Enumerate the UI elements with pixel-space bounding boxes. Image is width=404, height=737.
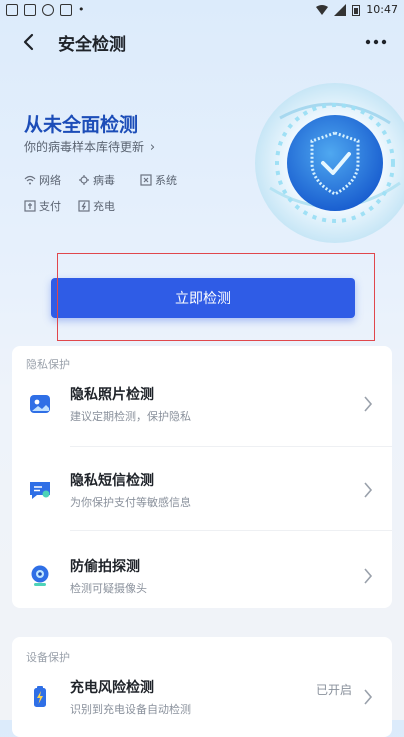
chevron-right-icon: [364, 396, 373, 412]
photo-icon: [30, 395, 50, 413]
check-item-charging: 充电: [78, 198, 134, 214]
wifi-status-icon: [316, 4, 329, 15]
item-description: 识别到充电设备自动检测: [70, 703, 191, 716]
item-title: 隐私短信检测: [70, 473, 154, 489]
list-item-private-photo-scan[interactable]: 隐私照片检测 建议定期检测，保护隐私: [12, 370, 392, 440]
signal-icon: [334, 3, 347, 16]
check-items: 网络 病毒 系统 支付 充电: [24, 172, 200, 214]
list-item-hidden-camera-detection[interactable]: 防偷拍探测 检测可疑摄像头: [12, 542, 392, 612]
top-bar: 安全检测: [0, 24, 404, 60]
virus-db-link[interactable]: 你的病毒样本库待更新 ›: [24, 138, 155, 155]
check-label: 支付: [39, 200, 61, 213]
device-protection-card: 设备保护 充电风险检测 识别到充电设备自动检测 已开启: [12, 637, 392, 737]
battery-icon: [78, 200, 90, 212]
list-item-charging-risk-detection[interactable]: 充电风险检测 识别到充电设备自动检测 已开启: [12, 663, 392, 733]
check-item-payment: 支付: [24, 198, 72, 214]
back-arrow-icon: [23, 33, 34, 51]
check-label: 病毒: [93, 174, 115, 187]
chevron-right-icon: [364, 689, 373, 705]
scan-status-title: 从未全面检测: [24, 114, 139, 136]
virus-db-text: 你的病毒样本库待更新: [24, 140, 145, 154]
status-icons-left: •: [6, 3, 85, 16]
bug-icon: [42, 3, 54, 16]
check-item-system: 系统: [140, 172, 200, 188]
check-label: 系统: [155, 174, 177, 187]
camera-icon: [31, 565, 49, 586]
highlight-box: [57, 253, 375, 341]
divider: [70, 530, 392, 531]
payment-icon: [24, 200, 36, 212]
app-icon: [24, 3, 36, 16]
item-title: 隐私照片检测: [70, 387, 154, 403]
chevron-right-icon: ›: [149, 140, 156, 155]
more-button[interactable]: [362, 28, 390, 56]
status-text: 已开启: [315, 683, 352, 697]
page-title: 安全检测: [58, 35, 126, 55]
system-icon: [140, 174, 152, 186]
check-label: 充电: [93, 200, 115, 213]
security-shield-illustration: [255, 83, 404, 243]
divider: [70, 446, 392, 447]
chevron-right-icon: [364, 482, 373, 498]
notification-icon: [6, 3, 18, 16]
message-icon: [30, 482, 50, 499]
item-description: 检测可疑摄像头: [70, 582, 147, 595]
virus-icon: [79, 175, 89, 185]
clock: 10:47: [366, 3, 398, 16]
privacy-protection-card: 隐私保护 隐私照片检测 建议定期检测，保护隐私 隐私短信检测 为你保护支付等敏感…: [12, 346, 392, 608]
check-item-virus: 病毒: [78, 172, 134, 188]
item-description: 为你保护支付等敏感信息: [70, 496, 191, 509]
check-label: 网络: [39, 174, 61, 187]
item-description: 建议定期检测，保护隐私: [70, 410, 191, 423]
charging-icon: [34, 686, 46, 707]
wifi-icon: [24, 175, 36, 185]
battery-status-icon: [352, 4, 361, 16]
item-title: 防偷拍探测: [70, 559, 140, 575]
chevron-right-icon: [364, 568, 373, 584]
item-title: 充电风险检测: [70, 680, 154, 696]
status-bar: • 10:47: [0, 0, 404, 20]
list-item-private-sms-scan[interactable]: 隐私短信检测 为你保护支付等敏感信息: [12, 456, 392, 526]
status-icons-right: 10:47: [316, 3, 398, 16]
more-options-icon: [365, 39, 387, 45]
back-button[interactable]: [14, 28, 42, 56]
shield-status-icon: [60, 3, 72, 16]
check-item-network: 网络: [24, 172, 72, 188]
more-dots-icon: •: [78, 3, 85, 16]
